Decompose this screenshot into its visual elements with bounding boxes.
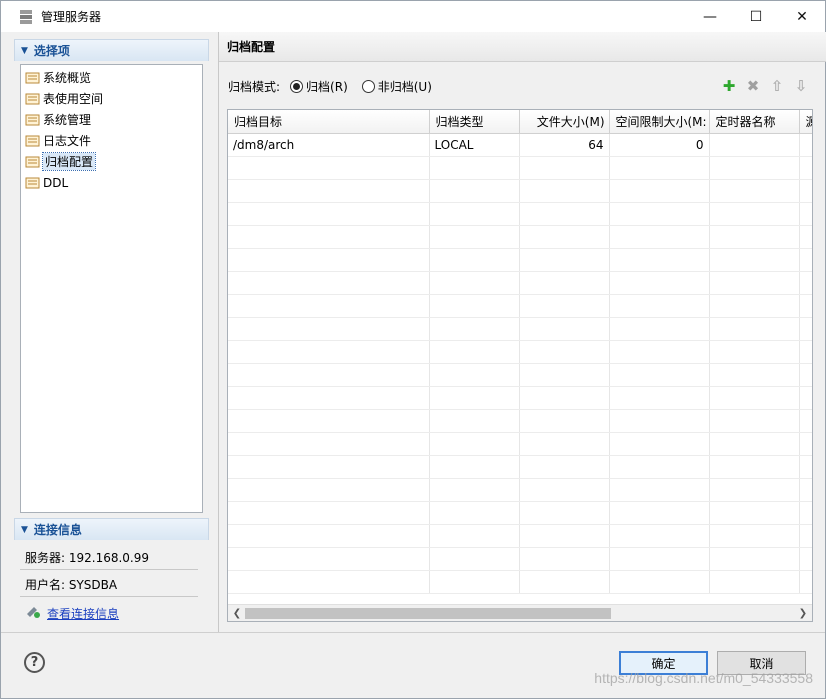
table-row (228, 271, 812, 295)
table-row (228, 317, 812, 341)
table-row (228, 179, 812, 203)
table-row (228, 570, 812, 594)
tree-item-label: 系统管理 (43, 113, 92, 127)
manage-server-dialog: 管理服务器 — ☐ ✕ ▼ 选择项 系统概览 表使用空间 系统管理 日志文件 归… (0, 0, 826, 699)
cell-file-size[interactable]: 64 (519, 133, 610, 157)
cell-archive-target[interactable]: /dm8/arch (228, 133, 430, 157)
footer-divider (1, 632, 825, 633)
table-row (228, 501, 812, 525)
column-header[interactable]: 文件大小(M) (519, 110, 610, 134)
page-icon (25, 134, 41, 148)
close-button[interactable]: ✕ (779, 1, 825, 32)
server-address: 服务器: 192.168.0.99 (25, 551, 150, 565)
tree-item-ddl[interactable]: DDL (21, 172, 202, 193)
cell-source[interactable] (799, 133, 812, 157)
tree-item-log-files[interactable]: 日志文件 (21, 130, 202, 151)
tree-item-system-admin[interactable]: 系统管理 (21, 109, 202, 130)
table-row (228, 248, 812, 272)
column-header[interactable]: 定时器名称 (709, 110, 800, 134)
tree-item-label: 归档配置 (41, 152, 97, 171)
server-icon (17, 8, 35, 26)
page-icon (25, 113, 41, 127)
title-bar: 管理服务器 — ☐ ✕ (1, 1, 825, 32)
table-row (228, 363, 812, 387)
selection-section-title: 选择项 (33, 44, 70, 58)
tree-item-table-space[interactable]: 表使用空间 (21, 88, 202, 109)
cell-archive-type[interactable]: LOCAL (429, 133, 520, 157)
scroll-right-icon[interactable]: ❯ (795, 606, 811, 621)
column-header[interactable]: 归档目标 (228, 110, 430, 134)
table-toolbar: ✚ ✖ ⇧ ⇩ (721, 77, 809, 95)
table-row (228, 432, 812, 456)
table-row (228, 478, 812, 502)
table-row (228, 386, 812, 410)
tree-item-label: 系统概览 (43, 71, 92, 85)
cell-timer-name[interactable] (709, 133, 800, 157)
table-row (228, 202, 812, 226)
column-header[interactable]: 源 (799, 110, 812, 134)
username: 用户名: SYSDBA (25, 578, 118, 592)
page-icon (25, 92, 41, 106)
tree-item-overview[interactable]: 系统概览 (21, 67, 202, 88)
table-row (228, 524, 812, 548)
watermark: https://blog.csdn.net/m0_54333558 (594, 670, 813, 686)
table-header-row: 归档目标 归档类型 文件大小(M) 空间限制大小(M: 定时器名称 源 (228, 110, 812, 134)
tree-item-label: 表使用空间 (43, 92, 104, 106)
selection-section-header[interactable]: ▼ 选择项 (14, 39, 209, 61)
tree-item-label: DDL (43, 175, 69, 190)
add-icon[interactable]: ✚ (721, 77, 737, 95)
table-row (228, 409, 812, 433)
column-header[interactable]: 空间限制大小(M: (609, 110, 710, 134)
table-row (228, 547, 812, 571)
delete-icon[interactable]: ✖ (745, 77, 761, 95)
divider (20, 569, 198, 570)
scroll-thumb[interactable] (245, 608, 611, 619)
collapse-icon: ▼ (21, 524, 28, 535)
scroll-left-icon[interactable]: ❮ (229, 606, 245, 621)
selection-tree: 系统概览 表使用空间 系统管理 日志文件 归档配置 DDL (20, 64, 203, 513)
noarchive-radio-label[interactable]: 非归档(U) (378, 78, 432, 95)
move-down-icon[interactable]: ⇩ (793, 77, 809, 95)
table-row (228, 455, 812, 479)
archive-config-panel: 归档配置 归档模式: 归档(R) 非归档(U) ✚ ✖ ⇧ ⇩ 归档目标 归档类… (218, 32, 826, 632)
maximize-button[interactable]: ☐ (733, 1, 779, 32)
tree-item-archive-config[interactable]: 归档配置 (21, 151, 202, 172)
view-connection-row: 查看连接信息 (25, 604, 205, 622)
collapse-icon: ▼ (21, 45, 28, 56)
view-connection-link[interactable]: 查看连接信息 (47, 605, 119, 622)
window-title: 管理服务器 (41, 10, 102, 24)
archive-mode-row: 归档模式: 归档(R) 非归档(U) (228, 78, 432, 95)
archive-table: 归档目标 归档类型 文件大小(M) 空间限制大小(M: 定时器名称 源 /dm8… (227, 109, 813, 622)
page-icon (25, 155, 41, 169)
archive-radio[interactable] (290, 80, 304, 93)
connection-icon (25, 604, 42, 622)
archive-radio-label[interactable]: 归档(R) (306, 78, 348, 95)
divider (20, 596, 198, 597)
column-header[interactable]: 归档类型 (429, 110, 520, 134)
minimize-button[interactable]: — (687, 1, 733, 32)
table-row (228, 156, 812, 180)
table-row (228, 225, 812, 249)
page-icon (25, 176, 41, 190)
connection-section-header[interactable]: ▼ 连接信息 (14, 518, 209, 540)
panel-title: 归档配置 (219, 32, 826, 62)
tree-item-label: 日志文件 (43, 134, 92, 148)
cell-space-limit[interactable]: 0 (609, 133, 710, 157)
horizontal-scrollbar[interactable]: ❮ ❯ (228, 604, 812, 621)
help-icon[interactable]: ? (24, 652, 45, 673)
table-row[interactable]: /dm8/arch LOCAL 64 0 (228, 133, 812, 157)
connection-section-title: 连接信息 (33, 523, 82, 537)
noarchive-radio[interactable] (361, 80, 375, 93)
table-row (228, 294, 812, 318)
move-up-icon[interactable]: ⇧ (769, 77, 785, 95)
archive-mode-label: 归档模式: (228, 80, 281, 94)
table-row (228, 340, 812, 364)
page-icon (25, 71, 41, 85)
